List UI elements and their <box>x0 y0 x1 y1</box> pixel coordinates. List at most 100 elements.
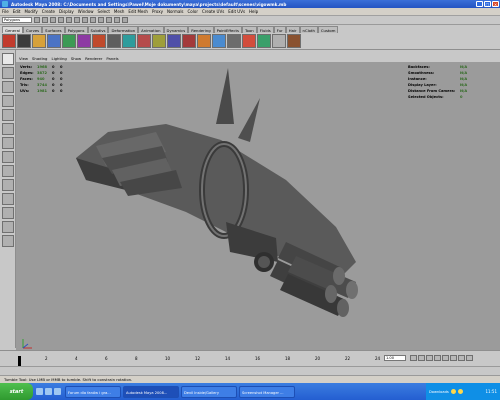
single-view-icon[interactable] <box>1 165 14 177</box>
shelf-tab-dynamics[interactable]: Dynamics <box>163 26 189 33</box>
task-maya[interactable]: Autodesk Maya 2008... <box>123 385 179 398</box>
hypershade-icon[interactable] <box>257 34 271 48</box>
shelf-tab-hair[interactable]: Hair <box>285 26 300 33</box>
select-component-icon[interactable] <box>74 17 80 23</box>
desktop-icon[interactable] <box>45 388 52 395</box>
cone-icon[interactable] <box>62 34 76 48</box>
shelf-tab-general[interactable]: General <box>2 26 23 33</box>
shelf-tab-polygons[interactable]: Polygons <box>64 26 88 33</box>
task-forum[interactable]: Forum dla fanów i gra... <box>65 385 121 398</box>
start-button[interactable]: start <box>0 383 33 400</box>
new-scene-icon[interactable] <box>34 17 40 23</box>
script-layout-icon[interactable] <box>1 235 14 247</box>
ie-icon[interactable] <box>36 388 43 395</box>
panel-menu-shading[interactable]: Shading <box>32 56 47 61</box>
go-to-start-button[interactable] <box>410 355 417 361</box>
perspective-viewport[interactable]: Verts: 1968 0 0 Edges: 3872 0 0 Faces: 9… <box>16 62 500 350</box>
paint-select-icon[interactable] <box>1 81 14 93</box>
menu-create-uvs[interactable]: Create UVs <box>202 9 224 14</box>
time-slider[interactable]: 2 4 6 8 10 12 14 16 18 20 22 24 1.00 <box>0 350 500 366</box>
persp-outliner-icon[interactable] <box>1 193 14 205</box>
menu-normals[interactable]: Normals <box>167 9 184 14</box>
menu-display[interactable]: Display <box>59 9 74 14</box>
cube-icon[interactable] <box>32 34 46 48</box>
open-scene-icon[interactable] <box>42 17 48 23</box>
menu-edit-mesh[interactable]: Edit Mesh <box>128 9 148 14</box>
extrude-icon[interactable] <box>107 34 121 48</box>
media-icon[interactable] <box>54 388 61 395</box>
minimize-button[interactable]: _ <box>476 1 483 7</box>
shelf-tab-ncloth[interactable]: nCloth <box>299 26 318 33</box>
panel-menu-panels[interactable]: Panels <box>106 56 118 61</box>
menu-window[interactable]: Window <box>78 9 94 14</box>
menu-color[interactable]: Color <box>188 9 198 14</box>
panel-menu-view[interactable]: View <box>19 56 28 61</box>
plane-icon[interactable] <box>77 34 91 48</box>
menu-mesh[interactable]: Mesh <box>114 9 125 14</box>
menu-select[interactable]: Select <box>98 9 110 14</box>
step-forward-button[interactable] <box>458 355 465 361</box>
close-button[interactable]: × <box>492 1 499 7</box>
step-back-button[interactable] <box>418 355 425 361</box>
step-forward-key-button[interactable] <box>450 355 457 361</box>
current-time-marker[interactable] <box>18 356 21 366</box>
menu-proxy[interactable]: Proxy <box>152 9 163 14</box>
lasso-tool-icon[interactable] <box>1 67 14 79</box>
current-frame-field[interactable]: 1.00 <box>384 355 406 361</box>
maximize-button[interactable]: □ <box>484 1 491 7</box>
separate-icon[interactable] <box>152 34 166 48</box>
shelf-tab-animation[interactable]: Animation <box>138 26 164 33</box>
bevel-icon[interactable] <box>122 34 136 48</box>
play-forwards-button[interactable] <box>442 355 449 361</box>
scale-tool-icon[interactable] <box>1 123 14 135</box>
menu-help[interactable]: Help <box>249 9 258 14</box>
task-gallery[interactable]: Devil Inside/Gallery <box>181 385 237 398</box>
shelf-tab-painteffects[interactable]: PaintEffects <box>213 26 242 33</box>
rotate-tool-icon[interactable] <box>1 109 14 121</box>
ipr-render-icon[interactable] <box>114 17 120 23</box>
snap-point-icon[interactable] <box>98 17 104 23</box>
light-icon[interactable] <box>197 34 211 48</box>
menu-create[interactable]: Create <box>42 9 55 14</box>
delete-history-icon[interactable] <box>287 34 301 48</box>
freeze-icon[interactable] <box>272 34 286 48</box>
merge-icon[interactable] <box>167 34 181 48</box>
hypershade-layout-icon[interactable] <box>1 221 14 233</box>
shelf-tab-deformation[interactable]: Deformation <box>108 26 139 33</box>
move-tool-icon[interactable] <box>1 95 14 107</box>
shelf-tab-fluids[interactable]: Fluids <box>256 26 274 33</box>
smooth-icon[interactable] <box>182 34 196 48</box>
four-view-icon[interactable] <box>1 179 14 191</box>
shelf-tab-fur[interactable]: Fur <box>273 26 286 33</box>
select-tool-icon[interactable] <box>1 53 14 65</box>
sphere-icon[interactable] <box>17 34 31 48</box>
menu-edit-uvs[interactable]: Edit UVs <box>228 9 245 14</box>
shelf-tab-toon[interactable]: Toon <box>241 26 257 33</box>
select-object-icon[interactable] <box>66 17 72 23</box>
snap-grid-icon[interactable] <box>82 17 88 23</box>
menu-modify[interactable]: Modify <box>24 9 37 14</box>
downloads-label[interactable]: Downloads <box>429 390 449 394</box>
shelf-tab-custom[interactable]: Custom <box>317 26 339 33</box>
history-icon[interactable] <box>227 34 241 48</box>
spaceship-model[interactable] <box>16 62 500 350</box>
panel-menu-show[interactable]: Show <box>71 56 81 61</box>
tray-volume-icon[interactable] <box>457 389 463 394</box>
manipulator-icon[interactable] <box>1 137 14 149</box>
render-settings-icon[interactable] <box>122 17 128 23</box>
shelf-tab-subdivs[interactable]: Subdivs <box>87 26 109 33</box>
select-hierarchy-icon[interactable] <box>58 17 64 23</box>
tray-network-icon[interactable] <box>450 389 456 394</box>
step-back-key-button[interactable] <box>426 355 433 361</box>
cylinder-icon[interactable] <box>47 34 61 48</box>
panel-menu-renderer[interactable]: Renderer <box>85 56 102 61</box>
render-view-icon[interactable] <box>242 34 256 48</box>
shelf-tab-surfaces[interactable]: Surfaces <box>42 26 65 33</box>
render-icon[interactable] <box>106 17 112 23</box>
shelf-tab-rendering[interactable]: Rendering <box>188 26 214 33</box>
torus-icon[interactable] <box>92 34 106 48</box>
combine-icon[interactable] <box>137 34 151 48</box>
play-backwards-button[interactable] <box>434 355 441 361</box>
persp-graph-icon[interactable] <box>1 207 14 219</box>
shelf-tab-curves[interactable]: Curves <box>22 26 43 33</box>
